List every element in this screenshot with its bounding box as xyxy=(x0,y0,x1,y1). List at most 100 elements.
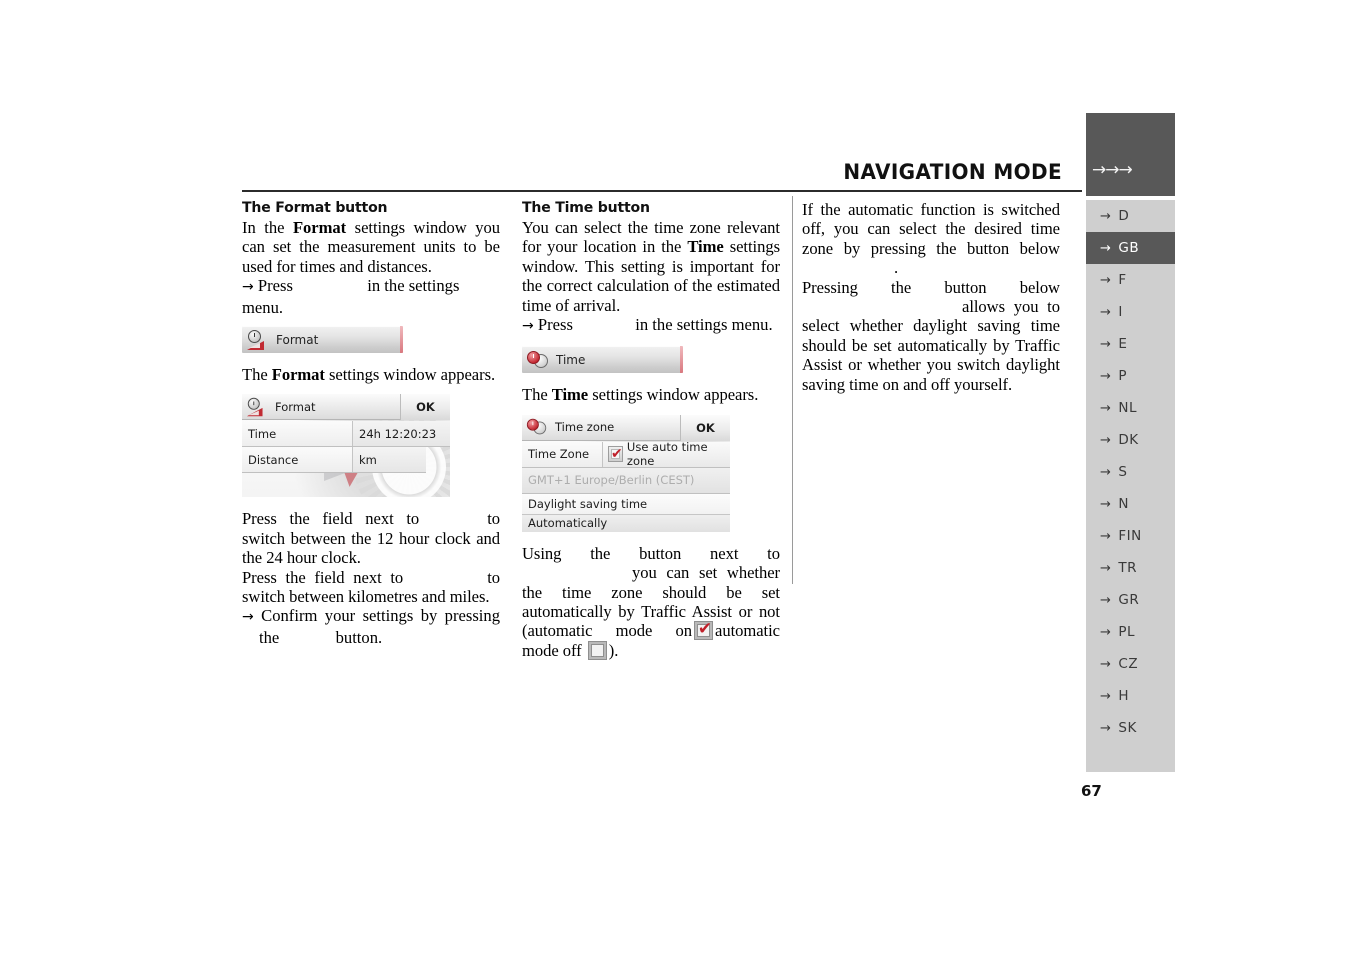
device-timezone-value-row: GMT+1 Europe/Berlin (CEST) xyxy=(522,467,730,493)
rail-arrow-icon: → xyxy=(1100,432,1112,448)
twa-bold: Time xyxy=(551,385,589,405)
step-arrow-icon-2: → xyxy=(242,609,254,626)
device-auto-timezone-label: Use auto time zone xyxy=(626,440,708,469)
time-step-press: → Press in the settings menu. xyxy=(522,315,780,336)
rail-item-gb[interactable]: → GB xyxy=(1086,232,1175,264)
ftf-a: Press the field next to xyxy=(242,509,420,529)
device-timezone-value: GMT+1 Europe/Berlin (CEST) xyxy=(528,473,695,488)
page-title: NAVIGATION MODE xyxy=(843,160,1062,185)
step-arrow-icon-3: → xyxy=(522,318,534,335)
rail-item-label: FIN xyxy=(1118,528,1142,544)
time-chip-label: Time xyxy=(556,352,586,367)
time-two-clocks-icon xyxy=(527,350,549,370)
tsp-a: Press xyxy=(537,315,573,335)
dp1-b: . xyxy=(894,258,899,278)
rail-item-label: PL xyxy=(1118,624,1136,640)
rail-item-label: S xyxy=(1118,464,1128,480)
device-dst-value-row[interactable]: Automatically xyxy=(522,513,730,532)
checkbox-checked-icon-inline: ✔ xyxy=(694,620,714,641)
device-ok-button[interactable]: OK xyxy=(400,394,450,421)
device-row-time-value[interactable]: 24h 12:20:23 xyxy=(352,421,450,447)
rail-arrow-icon: → xyxy=(1100,336,1112,352)
rail-item-gr[interactable]: → GR xyxy=(1086,584,1175,616)
device-title-text-2: Time zone xyxy=(555,420,615,435)
manual-page: NAVIGATION MODE →→→ → D → GB → F → I → E → P → NL → DK →… xyxy=(0,0,1351,954)
rail-item-tr[interactable]: → TR xyxy=(1086,552,1175,584)
twa-a: The xyxy=(522,385,552,405)
format-settings-screenshot: Format OK Time 24h 12:20:23 Distance km xyxy=(242,394,450,498)
format-time-field-paragraph: Press the field next to to switch between… xyxy=(242,509,500,567)
rail-item-label: GR xyxy=(1118,592,1140,608)
device-dst-label-row: Daylight saving time xyxy=(522,493,730,514)
format-intro-paragraph: In the Format settings window you can se… xyxy=(242,218,500,276)
rail-item-label: P xyxy=(1118,368,1128,384)
checkbox-checked-icon[interactable]: ✔ xyxy=(608,446,623,463)
rail-item-i[interactable]: → I xyxy=(1086,296,1175,328)
rail-item-h[interactable]: → H xyxy=(1086,680,1175,712)
rail-item-dk[interactable]: → DK xyxy=(1086,424,1175,456)
format-intro-a: In the xyxy=(242,218,293,237)
rail-item-nl[interactable]: → NL xyxy=(1086,392,1175,424)
rail-arrow-icon: → xyxy=(1100,624,1112,640)
time-bold-1: Time xyxy=(687,237,724,257)
rail-item-d[interactable]: → D xyxy=(1086,200,1175,232)
device-time-value: 24h 12:20:23 xyxy=(359,426,437,441)
format-step-confirm: → Confirm your settings by pressing the … xyxy=(242,606,500,647)
checkbox-unchecked-icon-inline xyxy=(587,640,607,660)
rail-item-label: CZ xyxy=(1118,656,1139,672)
device-row-distance-value[interactable]: km xyxy=(352,447,426,473)
fsc-b: button. xyxy=(335,627,383,647)
rail-arrow-icon: → xyxy=(1100,656,1112,672)
rail-arrow-icon: → xyxy=(1100,528,1112,544)
rail-item-label: I xyxy=(1118,304,1123,320)
time-button-chip[interactable]: Time xyxy=(522,346,683,374)
section-heading-time: The Time button xyxy=(522,200,650,216)
language-rail[interactable]: → D → GB → F → I → E → P → NL → DK → S → N → FIN → TR → GR → PL → CZ →… xyxy=(1086,200,1175,772)
rail-item-p[interactable]: → P xyxy=(1086,360,1175,392)
format-bold-1: Format xyxy=(292,218,347,237)
rail-item-label: NL xyxy=(1118,400,1138,416)
rail-item-label: E xyxy=(1118,336,1128,352)
rail-item-label: H xyxy=(1118,688,1130,704)
rail-item-fin[interactable]: → FIN xyxy=(1086,520,1175,552)
device-ok-button-2[interactable]: OK xyxy=(680,414,730,441)
time-usage-paragraph: Using the button next toyou can set whet… xyxy=(522,544,780,660)
rail-item-s[interactable]: → S xyxy=(1086,456,1175,488)
page-number: 67 xyxy=(1081,782,1102,800)
rail-item-label: D xyxy=(1118,208,1130,224)
format-button-chip[interactable]: Format xyxy=(242,326,403,354)
rail-item-sk[interactable]: → SK xyxy=(1086,712,1175,744)
device-distance-label: Distance xyxy=(248,452,299,467)
format-step-press: → Press in the settings menu. xyxy=(242,276,500,317)
twa-b: settings window appears. xyxy=(588,385,759,405)
timezone-settings-screenshot: Time zone OK Time Zone ✔ Use auto time z… xyxy=(522,414,730,532)
header-rule xyxy=(242,190,1082,192)
daylight-paragraph-1: If the automatic function is switched of… xyxy=(802,200,1060,278)
rail-item-label: F xyxy=(1118,272,1127,288)
device-dst-label: Daylight saving time xyxy=(528,496,648,511)
device-distance-value: km xyxy=(359,452,377,467)
device-row-time-label: Time xyxy=(242,421,352,447)
rail-item-n[interactable]: → N xyxy=(1086,488,1175,520)
rail-item-cz[interactable]: → CZ xyxy=(1086,648,1175,680)
rail-arrow-icon: → xyxy=(1100,688,1112,704)
rail-item-label: DK xyxy=(1118,432,1139,448)
device-auto-timezone-toggle[interactable]: ✔ Use auto time zone xyxy=(602,440,730,469)
rail-item-e[interactable]: → E xyxy=(1086,328,1175,360)
rail-arrow-icon: → xyxy=(1100,560,1112,576)
daylight-paragraph-2: Pressing the button belowallows you to s… xyxy=(802,278,1060,394)
header-arrows-icon: →→→ xyxy=(1092,160,1133,180)
rail-item-pl[interactable]: → PL xyxy=(1086,616,1175,648)
device-time-label: Time xyxy=(248,426,277,441)
column-daylight: If the automatic function is switched of… xyxy=(802,200,1060,394)
chip-right-edge-2 xyxy=(680,346,683,374)
format-window-appears: The Format settings window appears. xyxy=(242,365,500,384)
column-time: The Time button You can select the time … xyxy=(522,200,780,660)
chip-right-edge xyxy=(400,326,403,354)
section-heading-format: The Format button xyxy=(242,200,388,216)
rail-arrow-icon: → xyxy=(1100,496,1112,512)
rail-item-label: N xyxy=(1118,496,1130,512)
device-title-text: Format xyxy=(275,399,316,414)
rail-item-f[interactable]: → F xyxy=(1086,264,1175,296)
fdf-a: Press the field next to xyxy=(242,567,404,587)
